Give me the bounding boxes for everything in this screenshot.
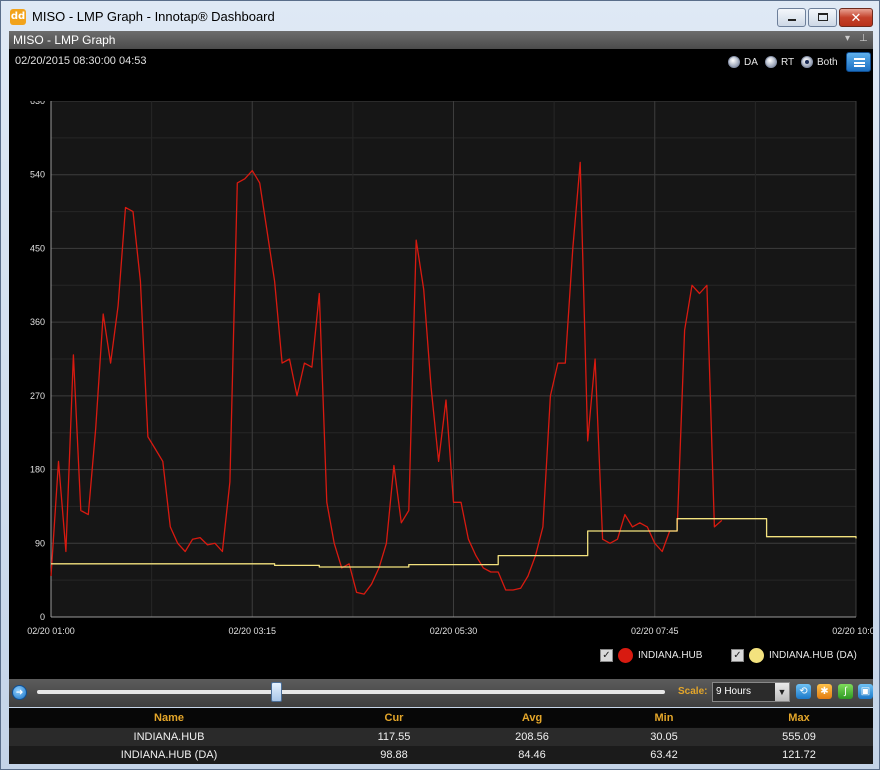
header-avg: Avg [521, 712, 543, 724]
minimize-button[interactable] [777, 8, 806, 27]
curve-icon[interactable]: ∫ [838, 684, 853, 699]
x-tick-label: 02/20 07:45 [631, 626, 679, 636]
cell-max: 121.72 [782, 749, 816, 761]
cell-avg: 208.56 [515, 731, 549, 743]
maximize-icon [818, 13, 828, 21]
settings-icon[interactable]: ✱ [817, 684, 832, 699]
y-tick-label: 180 [30, 465, 45, 475]
header-cur: Cur [384, 712, 404, 724]
graph-panel: 02/20/2015 08:30:00 04:53 DA RT Both 0 90… [9, 49, 873, 679]
maximize-button[interactable] [808, 8, 837, 27]
table-row[interactable]: INDIANA.HUB 117.55 208.56 30.05 555.09 [9, 728, 873, 746]
y-tick-label: 540 [30, 170, 45, 180]
radio-both[interactable]: Both [801, 55, 838, 69]
scale-value: 9 Hours [716, 686, 752, 697]
y-tick-label: 360 [30, 317, 45, 327]
panel-title: MISO - LMP Graph [13, 33, 116, 47]
legend-checkbox-rt[interactable]: ✓ [600, 648, 613, 662]
lmp-line-chart: 0 90 180 270 360 450 540 630 02/20 01:00 02/20 03… [27, 101, 873, 636]
time-slider-handle[interactable] [271, 682, 282, 702]
scale-select[interactable]: 9 Hours ▼ [712, 682, 790, 702]
cell-name: INDIANA.HUB [133, 731, 205, 743]
panel-header: MISO - LMP Graph ▾ ⊥ [9, 31, 873, 49]
y-tick-label: 630 [30, 101, 45, 106]
close-icon: ✕ [850, 10, 862, 25]
radio-button-rt[interactable] [765, 56, 777, 68]
header-min: Min [654, 712, 674, 724]
cell-name: INDIANA.HUB (DA) [120, 749, 218, 761]
x-tick-label: 02/20 01:00 [27, 626, 75, 636]
refresh-icon[interactable]: ⟲ [796, 684, 811, 699]
play-icon[interactable]: ➜ [12, 685, 27, 700]
cell-min: 30.05 [650, 731, 678, 743]
scale-label: Scale: [678, 686, 708, 697]
radio-label-rt: RT [781, 56, 795, 68]
close-button[interactable]: ✕ [839, 8, 873, 27]
list-icon [854, 58, 865, 67]
cell-max: 555.09 [782, 731, 816, 743]
y-tick-label: 450 [30, 243, 45, 253]
save-icon[interactable]: ▣ [858, 684, 873, 699]
radio-button-da[interactable] [728, 56, 740, 68]
x-tick-label: 02/20 03:15 [228, 626, 276, 636]
legend-label-da: INDIANA.HUB (DA) [769, 649, 857, 661]
radio-button-both[interactable] [801, 56, 813, 68]
y-tick-label: 270 [30, 391, 45, 401]
y-tick-label: 90 [35, 538, 45, 548]
y-tick-label: 0 [40, 612, 45, 622]
time-slider[interactable] [37, 690, 665, 694]
legend-item-rt[interactable]: ✓ INDIANA.HUB [600, 647, 702, 663]
app-window: dd MISO - LMP Graph - Innotap® Dashboard… [0, 0, 880, 770]
header-max: Max [788, 712, 810, 724]
table-header-row: Name Cur Avg Min Max [9, 709, 873, 727]
radio-rt[interactable]: RT [765, 55, 794, 69]
title-bar[interactable]: dd MISO - LMP Graph - Innotap® Dashboard… [1, 1, 879, 31]
panel-dropdown-icon[interactable]: ▾ [845, 33, 850, 44]
cell-cur: 117.55 [377, 731, 411, 743]
radio-da[interactable]: DA [728, 55, 758, 69]
radio-label-both: Both [817, 56, 838, 68]
window-title: MISO - LMP Graph - Innotap® Dashboard [32, 9, 275, 24]
menu-button[interactable] [846, 52, 871, 72]
summary-table: Name Cur Avg Min Max INDIANA.HUB 117.55 … [9, 708, 873, 764]
minimize-icon [788, 19, 796, 21]
timeline-toolbar: ➜ Scale: 9 Hours ▼ ⟲ ✱ ∫ ▣ [9, 679, 873, 707]
legend-item-da[interactable]: ✓ INDIANA.HUB (DA) [731, 647, 857, 663]
legend-swatch-rt [618, 647, 633, 663]
cell-avg: 84.46 [518, 749, 546, 761]
app-logo-icon: dd [10, 9, 26, 25]
table-row[interactable]: INDIANA.HUB (DA) 98.88 84.46 63.42 121.7… [9, 746, 873, 764]
x-tick-label: 02/20 05:30 [430, 626, 478, 636]
timestamp: 02/20/2015 08:30:00 04:53 [15, 55, 147, 67]
legend-swatch-da [749, 647, 764, 663]
panel-pin-icon[interactable]: ⊥ [859, 33, 868, 44]
x-tick-label: 02/20 10:00 [832, 626, 873, 636]
legend-label-rt: INDIANA.HUB [638, 649, 703, 661]
cell-cur: 98.88 [380, 749, 408, 761]
header-name: Name [154, 712, 184, 724]
radio-label-da: DA [744, 56, 758, 68]
chevron-down-icon: ▼ [775, 683, 789, 701]
legend-checkbox-da[interactable]: ✓ [731, 648, 744, 662]
cell-min: 63.42 [650, 749, 678, 761]
